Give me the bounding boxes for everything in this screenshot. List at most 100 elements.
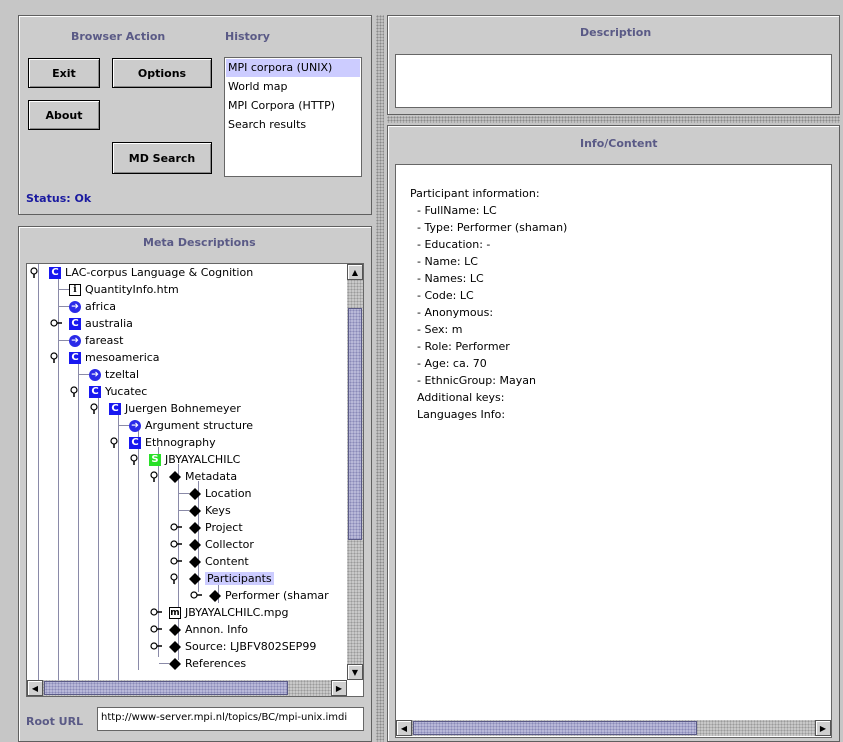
tree-branch-line <box>79 374 89 375</box>
root-url-label: Root URL <box>26 715 84 728</box>
tree-collapsed-handle-icon[interactable] <box>170 522 182 532</box>
meta-descriptions-title: Meta Descriptions <box>143 236 256 249</box>
tree-node[interactable]: Performer (shamar <box>209 587 329 604</box>
tree-collapsed-handle-icon[interactable] <box>170 556 182 566</box>
tree-expanded-handle-icon[interactable] <box>110 437 122 448</box>
tree-collapsed-handle-icon[interactable] <box>150 624 162 634</box>
scroll-left-button[interactable]: ◀ <box>27 680 43 696</box>
info-line: - Sex: m <box>410 323 463 336</box>
tree-node[interactable]: Annon. Info <box>169 621 248 638</box>
horizontal-splitter[interactable] <box>387 116 840 123</box>
tree-collapsed-handle-icon[interactable] <box>150 607 162 617</box>
scroll-right-button[interactable]: ▶ <box>331 680 347 696</box>
history-item[interactable]: MPI Corpora (HTTP) <box>226 97 360 115</box>
tree-node[interactable]: ➔ fareast <box>69 332 123 349</box>
diamond-icon <box>209 589 221 602</box>
info-line: - Code: LC <box>410 289 474 302</box>
scroll-up-button[interactable]: ▲ <box>347 264 363 280</box>
tree-guide-line <box>78 362 79 684</box>
link-arrow-icon: ➔ <box>69 334 81 347</box>
corpus-icon: C <box>109 402 121 415</box>
browser-action-title: Browser Action <box>71 30 166 43</box>
info-line: - Role: Performer <box>410 340 510 353</box>
tree-node[interactable]: C Ethnography <box>129 434 216 451</box>
media-file-icon: m <box>169 606 181 619</box>
tree-node-label: Project <box>205 521 243 534</box>
tree-expanded-handle-icon[interactable] <box>50 352 62 363</box>
tree-expanded-handle-icon[interactable] <box>30 267 42 278</box>
history-item[interactable]: World map <box>226 78 360 96</box>
about-button[interactable]: About <box>28 100 100 130</box>
tree-node-label: Keys <box>205 504 231 517</box>
tree-node-label: Collector <box>205 538 254 551</box>
tree-expanded-handle-icon[interactable] <box>90 403 102 414</box>
tree-node[interactable]: References <box>169 655 246 672</box>
tree-guide-line <box>138 430 139 670</box>
tree-node[interactable]: C Yucatec <box>89 383 147 400</box>
info-content-area[interactable]: Participant information: - FullName: LC … <box>395 164 832 738</box>
tree-node-label: JBYAYALCHILC.mpg <box>185 606 289 619</box>
diamond-icon <box>189 487 201 500</box>
tree-node[interactable]: Collector <box>189 536 254 553</box>
tree-node[interactable]: C LAC-corpus Language & Cognition <box>49 264 253 281</box>
tree-node[interactable]: ➔ Argument structure <box>129 417 253 434</box>
tree-node[interactable]: Cmesoamerica <box>69 349 160 366</box>
tree-collapsed-handle-icon[interactable] <box>150 641 162 651</box>
tree-collapsed-handle-icon[interactable] <box>170 539 182 549</box>
diamond-icon <box>189 555 201 568</box>
info-line: - Anonymous: <box>410 306 494 319</box>
corpus-icon: C <box>129 436 141 449</box>
options-button[interactable]: Options <box>112 58 212 88</box>
corpus-icon: C <box>69 317 81 330</box>
tree-expanded-handle-icon[interactable] <box>170 573 182 584</box>
tree-node-label: Annon. Info <box>185 623 248 636</box>
tree-expanded-handle-icon[interactable] <box>130 454 142 465</box>
tree-node[interactable]: Participants <box>189 570 274 587</box>
info-content-panel: Info/Content Participant information: - … <box>387 125 840 742</box>
info-scroll-right-button[interactable]: ▶ <box>815 720 831 736</box>
info-scroll-left-button[interactable]: ◀ <box>396 720 412 736</box>
info-horizontal-scroll-thumb[interactable] <box>413 721 697 735</box>
tree-node[interactable]: C Juergen Bohnemeyer <box>109 400 241 417</box>
tree-node[interactable]: S JBYAYALCHILC <box>149 451 240 468</box>
tree-node[interactable]: Metadata <box>169 468 237 485</box>
history-list[interactable]: MPI corpora (UNIX) World map MPI Corpora… <box>224 57 362 177</box>
exit-button[interactable]: Exit <box>28 58 100 88</box>
tree-node[interactable]: Location <box>189 485 252 502</box>
tree-collapsed-handle-icon[interactable] <box>50 318 62 328</box>
tree-node[interactable]: i QuantityInfo.htm <box>69 281 179 298</box>
md-search-button[interactable]: MD Search <box>112 142 212 174</box>
tree-node[interactable]: Caustralia <box>69 315 133 332</box>
tree-node[interactable]: m JBYAYALCHILC.mpg <box>169 604 288 621</box>
browser-action-panel: Browser Action History Exit Options Abou… <box>18 15 372 215</box>
history-item[interactable]: MPI corpora (UNIX) <box>226 59 360 77</box>
scroll-down-button[interactable]: ▼ <box>347 664 363 680</box>
description-text-area[interactable] <box>395 54 832 108</box>
tree-node[interactable]: Project <box>189 519 243 536</box>
tree-vertical-scroll-thumb[interactable] <box>348 308 362 540</box>
tree-expanded-handle-icon[interactable] <box>150 471 162 482</box>
tree-node[interactable]: Content <box>189 553 249 570</box>
root-url-field[interactable]: http://www-server.mpi.nl/topics/BC/mpi-u… <box>97 707 364 731</box>
tree-node[interactable]: Keys <box>189 502 231 519</box>
meta-tree-view[interactable]: C LAC-corpus Language & Cognition i Quantit… <box>26 263 364 697</box>
diamond-icon <box>169 657 181 670</box>
tree-expanded-handle-icon[interactable] <box>70 386 82 397</box>
history-item[interactable]: Search results <box>226 116 360 134</box>
corpus-icon: C <box>49 266 61 279</box>
tree-node[interactable]: Source: LJBFV802SEP99 <box>169 638 316 655</box>
vertical-splitter[interactable] <box>376 15 384 742</box>
tree-branch-line <box>59 340 69 341</box>
diamond-icon <box>189 521 201 534</box>
tree-node[interactable]: ➔ tzeltal <box>89 366 139 383</box>
tree-node[interactable]: ➔ africa <box>69 298 116 315</box>
tree-collapsed-handle-icon[interactable] <box>190 590 202 600</box>
tree-node-label: Metadata <box>185 470 238 483</box>
tree-node-label: Juergen Bohnemeyer <box>125 402 241 415</box>
tree-horizontal-scroll-thumb[interactable] <box>44 681 288 695</box>
tree-node-label: Performer (shamar <box>225 589 329 602</box>
corpus-icon: C <box>89 385 101 398</box>
diamond-icon <box>169 640 181 653</box>
info-line: - Names: LC <box>410 272 484 285</box>
diamond-icon <box>169 623 181 636</box>
